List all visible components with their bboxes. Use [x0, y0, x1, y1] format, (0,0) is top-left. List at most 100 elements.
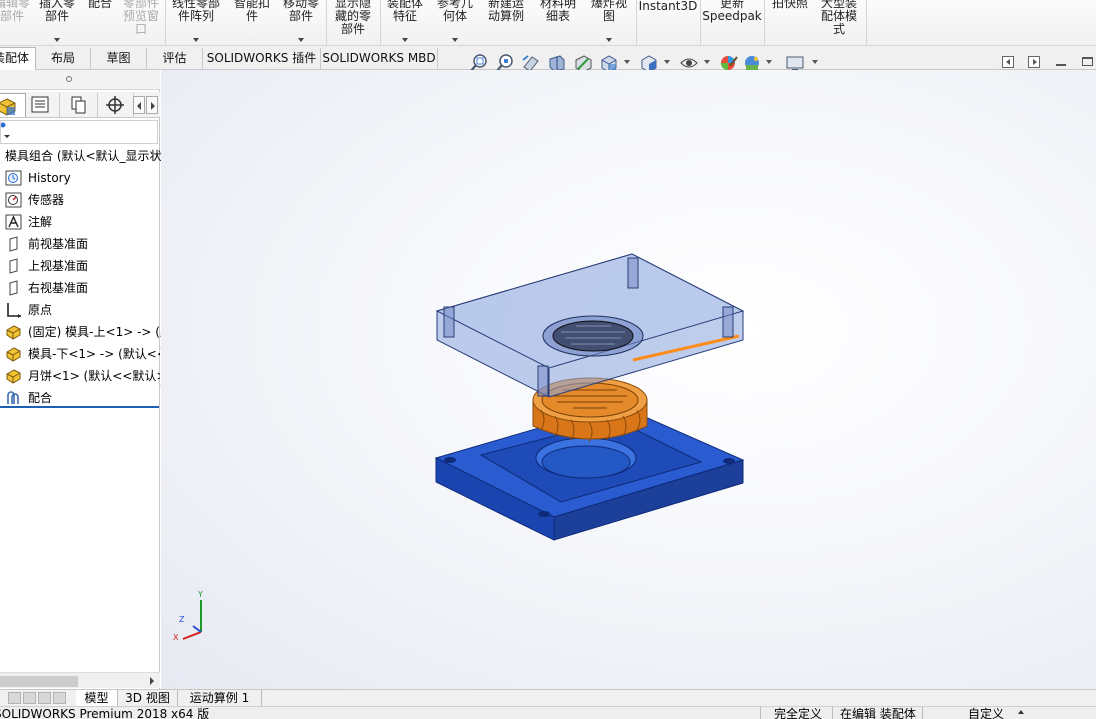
tree-item-front-plane[interactable]: 前视基准面 — [0, 234, 170, 254]
next-tab-button[interactable] — [38, 692, 51, 704]
edit-component-button[interactable]: 编辑零 部件 — [0, 0, 32, 46]
status-product: SOLIDWORKS Premium 2018 x64 版 — [0, 707, 210, 719]
ribbon-separator — [380, 0, 381, 46]
tree-root-assembly[interactable]: 模具组合 (默认<默认_显示状 — [0, 146, 170, 166]
tree-item-sensors[interactable]: 传感器 — [0, 190, 170, 210]
ribbon-separator — [165, 0, 166, 46]
tree-item-mold-top[interactable]: (固定) 模具-上<1> -> (默 — [0, 322, 172, 342]
linear-component-pattern-button[interactable]: 线性零部 件阵列 — [168, 0, 224, 46]
scroll-right-arrow-icon[interactable] — [150, 677, 154, 685]
update-speedpak-button[interactable]: 更新 Speedpak — [702, 0, 762, 46]
tree-horizontal-scrollbar[interactable] — [0, 672, 160, 688]
dropdown-arrow-icon[interactable] — [298, 38, 304, 42]
reference-triad: Y X Z — [171, 590, 221, 645]
tab-sketch[interactable]: 草图 — [91, 48, 147, 69]
tab-evaluate[interactable]: 评估 — [147, 48, 203, 69]
tab-solidworks-addins[interactable]: SOLIDWORKS 插件 — [203, 48, 321, 69]
tree-item-mooncake[interactable]: 月饼<1> (默认<<默认> — [0, 366, 170, 386]
mold-top-part[interactable] — [435, 253, 745, 398]
graphics-area[interactable]: Y X Z — [161, 70, 1096, 690]
mate-button[interactable]: 配合 — [82, 0, 118, 46]
maximize-icon[interactable] — [1082, 57, 1093, 66]
ribbon-separator — [700, 0, 701, 46]
dropdown-arrow-icon[interactable] — [402, 38, 408, 42]
tree-item-right-plane[interactable]: 右视基准面 — [0, 278, 170, 298]
dropdown-arrow-icon[interactable] — [624, 60, 630, 64]
insert-components-button[interactable]: 插入零 部件 — [36, 0, 78, 46]
status-definition: 完全定义 — [774, 707, 823, 719]
tree-item-mold-bottom[interactable]: 模具-下<1> -> (默认<< — [0, 344, 170, 364]
prev-tab-button[interactable] — [23, 692, 36, 704]
tab-motion-study-1[interactable]: 运动算例 1 — [178, 690, 262, 707]
panel-grip[interactable] — [0, 70, 160, 90]
dropdown-arrow-icon[interactable] — [452, 38, 458, 42]
move-component-button[interactable]: 移动零 部件 — [278, 0, 324, 46]
tab-dimxpert-manager[interactable] — [98, 93, 134, 117]
command-manager-ribbon: 编辑零 部件 插入零 部件 配合 零部件 预览窗 口 线性零部 件阵列 智能扣 … — [0, 0, 1096, 46]
mates-icon — [7, 391, 19, 404]
assembly-model[interactable] — [161, 70, 1096, 690]
dropdown-arrow-icon[interactable] — [812, 60, 818, 64]
panel-tabs — [0, 92, 160, 118]
tab-layout[interactable]: 布局 — [36, 48, 91, 69]
history-icon — [5, 170, 22, 186]
scroll-left-icon[interactable] — [133, 96, 145, 114]
instant3d-button[interactable]: Instant3D — [638, 0, 698, 46]
plane-icon — [9, 258, 18, 274]
dropdown-arrow-icon[interactable] — [193, 38, 199, 42]
triad-z-label: Z — [179, 615, 185, 624]
tab-model[interactable]: 模型 — [76, 690, 118, 707]
status-separator — [922, 707, 923, 719]
status-units[interactable]: 自定义 — [968, 708, 1004, 719]
filter-icon[interactable] — [1, 121, 15, 143]
tree-item-annotations[interactable]: 注解 — [0, 212, 170, 232]
tree-item-mates[interactable]: 配合 — [0, 388, 170, 408]
dropdown-arrow-icon[interactable] — [606, 38, 612, 42]
dropdown-arrow-icon[interactable] — [704, 60, 710, 64]
take-snapshot-button[interactable]: 拍快照 — [766, 0, 814, 46]
restore-left-icon[interactable] — [1002, 56, 1014, 68]
large-assembly-mode-button[interactable]: 大型装 配体模 式 — [814, 0, 864, 46]
part-icon — [6, 347, 21, 362]
first-tab-button[interactable] — [8, 692, 21, 704]
ribbon-separator — [866, 0, 867, 46]
feature-manager-panel: 模具组合 (默认<默认_显示状 History 传感器 注解 前视基准面 上视基… — [0, 70, 172, 690]
new-motion-study-button[interactable]: 新建运 动算例 — [482, 0, 530, 46]
dropdown-arrow-icon[interactable] — [664, 60, 670, 64]
tree-filter-field[interactable] — [0, 120, 158, 144]
show-hidden-components-button[interactable]: 显示隐 藏的零 部件 — [330, 0, 376, 46]
dropdown-arrow-icon[interactable] — [766, 60, 772, 64]
model-tabs-bar: 模型 3D 视图 运动算例 1 — [0, 689, 1096, 707]
tree-item-top-plane[interactable]: 上视基准面 — [0, 256, 170, 276]
plane-icon — [9, 280, 18, 296]
component-preview-window-button[interactable]: 零部件 预览窗 口 — [118, 0, 164, 46]
sensor-icon — [5, 192, 22, 208]
grip-dot-icon — [66, 76, 72, 82]
tab-assembly[interactable]: 装配体 — [0, 47, 36, 70]
bill-of-materials-button[interactable]: 材料明 细表 — [534, 0, 582, 46]
tab-configuration-manager[interactable] — [60, 93, 98, 117]
ribbon-separator — [636, 0, 637, 46]
last-tab-button[interactable] — [53, 692, 66, 704]
reference-geometry-button[interactable]: 参考几 何体 — [432, 0, 478, 46]
restore-right-icon[interactable] — [1028, 56, 1040, 68]
status-mode: 在编辑 装配体 — [840, 707, 916, 719]
tree-item-history[interactable]: History — [0, 168, 170, 188]
exploded-view-button[interactable]: 爆炸视 图 — [586, 0, 632, 46]
tree-item-origin[interactable]: 原点 — [0, 300, 170, 320]
minimize-icon[interactable] — [1056, 64, 1066, 66]
selection-underline — [0, 406, 159, 408]
plane-icon — [9, 236, 18, 252]
ribbon-separator — [326, 0, 327, 46]
tab-solidworks-mbd[interactable]: SOLIDWORKS MBD — [321, 48, 438, 69]
scroll-right-icon[interactable] — [146, 96, 158, 114]
units-caret-icon[interactable] — [1018, 710, 1024, 714]
tab-3d-views[interactable]: 3D 视图 — [118, 690, 178, 707]
part-icon — [6, 369, 21, 384]
dropdown-arrow-icon[interactable] — [54, 38, 60, 42]
tab-property-manager[interactable] — [22, 93, 60, 117]
assembly-features-button[interactable]: 装配体 特征 — [382, 0, 428, 46]
scrollbar-thumb[interactable] — [0, 676, 78, 687]
status-separator — [832, 707, 833, 719]
smart-fasteners-button[interactable]: 智能扣 件 — [228, 0, 276, 46]
